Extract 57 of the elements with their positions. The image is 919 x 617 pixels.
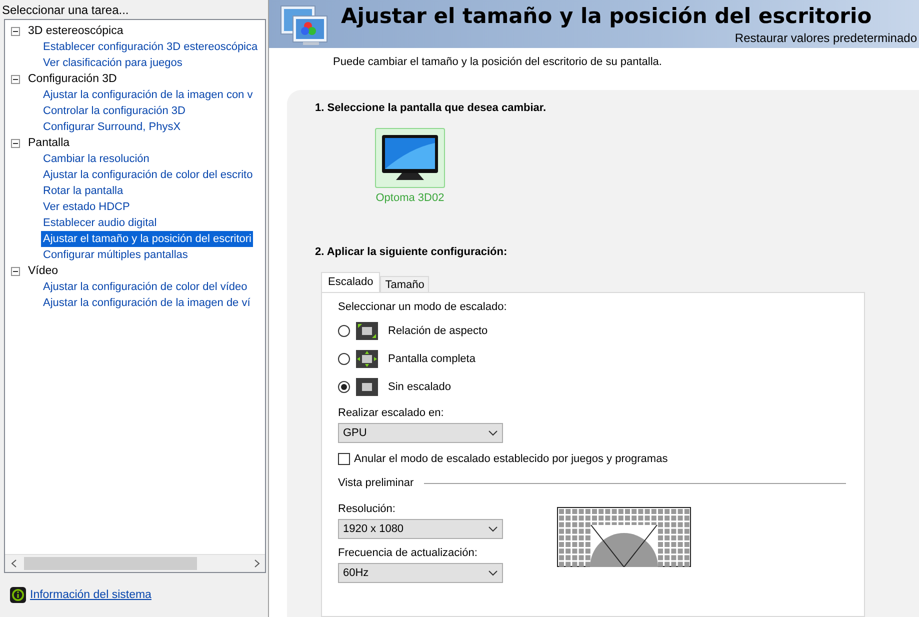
scaling-mode-icon — [356, 350, 378, 368]
display-tile[interactable] — [375, 128, 445, 188]
tree-item[interactable]: Ajustar la configuración de la imagen con v — [41, 87, 255, 103]
monitor-icon — [380, 133, 440, 183]
radio-button[interactable] — [338, 353, 350, 365]
tree-item[interactable]: Ajustar el tamaño y la posición del escritori — [41, 231, 254, 247]
group-title: Vista preliminar — [338, 477, 414, 489]
collapse-toggle[interactable] — [11, 26, 20, 36]
scroll-left-icon[interactable] — [10, 559, 16, 568]
tree-item[interactable]: Establecer audio digital — [41, 215, 159, 231]
tree-item[interactable]: Ajustar la configuración de color del escrito — [41, 167, 255, 183]
scaling-mode-icon — [356, 378, 378, 396]
tree-item[interactable]: Establecer configuración 3D estereoscópica — [41, 39, 260, 55]
radio-button[interactable] — [338, 381, 350, 393]
tree-item[interactable]: Configurar Surround, PhysX — [41, 119, 183, 135]
tree-item[interactable]: Ver estado HDCP — [41, 199, 132, 215]
tab[interactable]: Tamaño — [380, 276, 430, 293]
collapse-toggle[interactable] — [11, 74, 20, 84]
field-label: Realizar escalado en: — [338, 407, 445, 419]
dropdown[interactable]: 1920 x 1080 — [338, 519, 503, 539]
field-label: Frecuencia de actualización: — [338, 547, 478, 559]
tree-item[interactable]: Rotar la pantalla — [41, 183, 126, 199]
checkbox[interactable] — [338, 453, 350, 465]
tree-item[interactable]: Ajustar la configuración de la imagen de ví — [41, 295, 252, 311]
tree-category[interactable]: 3D estereoscópica — [28, 25, 124, 37]
field-label: Resolución: — [338, 503, 396, 515]
checkbox-label: Anular el modo de escalado establecido por juegos y programas — [354, 453, 668, 465]
tree-category[interactable]: Pantalla — [28, 137, 70, 149]
tree-item[interactable]: Ver clasificación para juegos — [41, 55, 184, 71]
tree-category[interactable]: Vídeo — [28, 265, 58, 277]
horizontal-scrollbar[interactable] — [5, 554, 265, 572]
tree-category[interactable]: Configuración 3D — [28, 73, 117, 85]
option-label: Pantalla completa — [388, 353, 476, 365]
option-label: Sin escalado — [388, 381, 451, 393]
page-title: Ajustar el tamaño y la posición del escritorio — [341, 4, 872, 28]
page-description: Puede cambiar el tamaño y la posición del escritorio de su pantalla. — [333, 56, 663, 68]
scaling-mode-icon — [356, 322, 378, 340]
dropdown[interactable]: 60Hz — [338, 563, 503, 583]
section-title: 1. Seleccione la pantalla que desea cambiar. — [315, 102, 548, 114]
collapse-toggle[interactable] — [11, 138, 20, 148]
tree-item[interactable]: Ajustar la configuración de color del vídeo — [41, 279, 250, 295]
system-info-link[interactable]: Información del sistema — [30, 589, 152, 601]
display-name: Optoma 3D02 — [376, 192, 444, 204]
tree-item[interactable]: Controlar la configuración 3D — [41, 103, 188, 119]
section-title: 2. Aplicar la siguiente configuración: — [315, 246, 508, 258]
restore-defaults-link[interactable]: Restaurar valores predeterminado — [734, 31, 917, 45]
field-label: Seleccionar un modo de escalado: — [338, 301, 508, 313]
tab[interactable]: Escalado — [321, 272, 380, 293]
option-label: Relación de aspecto — [388, 325, 488, 337]
panel-title: Seleccionar una tarea... — [1, 2, 130, 19]
scroll-right-icon[interactable] — [254, 559, 260, 568]
radio-button[interactable] — [338, 325, 350, 337]
tree-item[interactable]: Configurar múltiples pantallas — [41, 247, 190, 263]
info-icon — [10, 587, 26, 603]
dropdown[interactable]: GPU — [338, 423, 503, 443]
tree-item[interactable]: Cambiar la resolución — [41, 151, 152, 167]
collapse-toggle[interactable] — [11, 266, 20, 276]
